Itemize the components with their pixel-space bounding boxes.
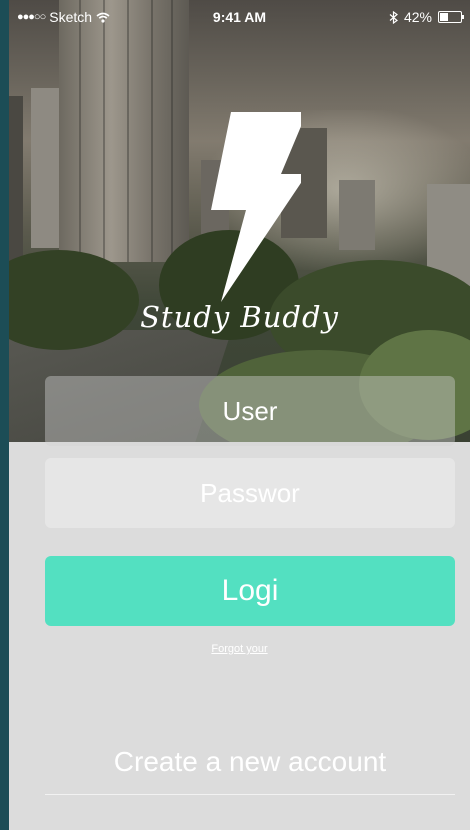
- battery-percent: 42%: [403, 9, 432, 25]
- lightning-bolt-icon: [211, 112, 301, 302]
- phone-screen: ●●●○○ Sketch 9:41 AM 42% Study Buddy Use…: [9, 0, 470, 830]
- forgot-password-link[interactable]: Forgot your: [9, 643, 470, 655]
- create-account-link[interactable]: Create a new account: [45, 746, 455, 778]
- bluetooth-icon: [389, 10, 398, 24]
- password-field[interactable]: Passwor: [45, 458, 455, 528]
- username-field[interactable]: User: [45, 376, 455, 446]
- app-name: Study Buddy: [140, 300, 339, 334]
- status-bar: ●●●○○ Sketch 9:41 AM 42%: [9, 0, 470, 36]
- login-button[interactable]: Logi: [45, 556, 455, 626]
- divider: [45, 794, 455, 795]
- battery-icon: [438, 11, 464, 23]
